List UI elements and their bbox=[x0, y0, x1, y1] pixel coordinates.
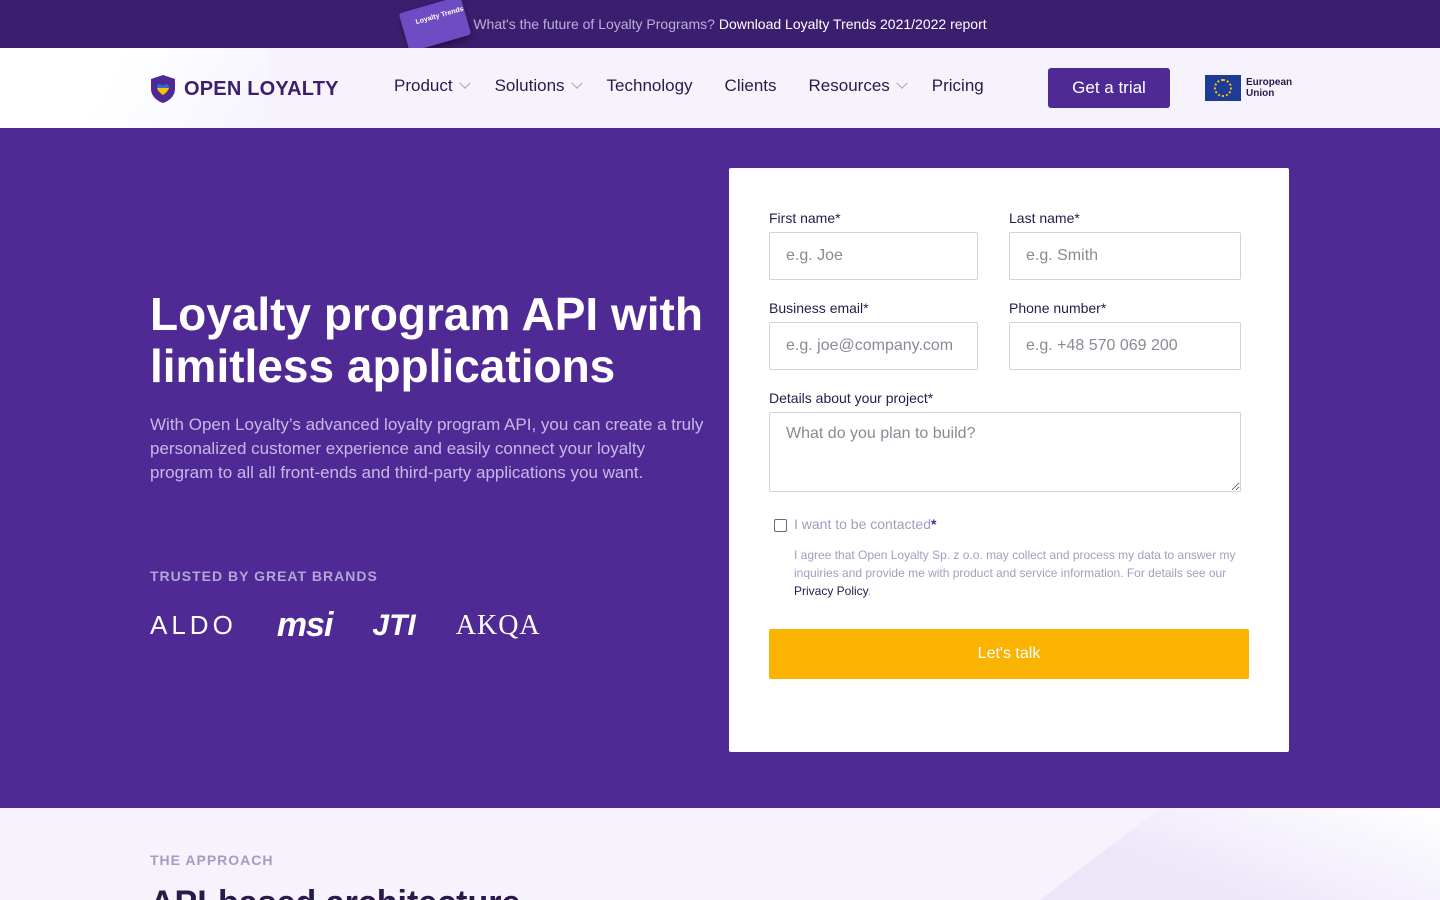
eu-text-line1: European bbox=[1246, 77, 1293, 88]
nav-item-clients[interactable]: Clients bbox=[725, 76, 777, 96]
consent-label[interactable]: I want to be contacted* bbox=[794, 516, 936, 532]
nav-item-label: Clients bbox=[724, 76, 777, 95]
jti-logo: JTI bbox=[372, 608, 416, 642]
aldo-logo: ALDO bbox=[150, 610, 237, 640]
approach-label: THE APPROACH bbox=[150, 852, 274, 868]
eu-text-line2: Union bbox=[1246, 88, 1275, 99]
hero-subtitle: With Open Loyalty’s advanced loyalty pro… bbox=[150, 415, 704, 482]
shield-logo-icon bbox=[151, 75, 175, 103]
decorative-shape bbox=[1040, 808, 1440, 900]
phone-number-field[interactable] bbox=[1009, 322, 1241, 370]
hero-title: Loyalty program API with limitless appli… bbox=[150, 288, 703, 392]
trusted-label: TRUSTED BY GREAT BRANDS bbox=[150, 568, 378, 584]
contact-consent-checkbox[interactable] bbox=[774, 519, 787, 532]
logo[interactable]: OPEN LOYALTY bbox=[150, 74, 339, 104]
logo-text: OPEN LOYALTY bbox=[184, 77, 339, 100]
chevron-down-icon bbox=[458, 77, 471, 89]
project-details-label: Details about your project* bbox=[769, 390, 934, 406]
site-header: OPEN LOYALTY Product Solutions Technolog… bbox=[0, 48, 1440, 128]
main-nav: Product Solutions Technology Clients Res… bbox=[394, 76, 1016, 96]
project-details-field[interactable] bbox=[769, 412, 1241, 492]
last-name-label: Last name* bbox=[1009, 210, 1080, 226]
phone-number-label: Phone number* bbox=[1009, 300, 1107, 316]
contact-form: First name* Last name* Business email* P… bbox=[729, 168, 1289, 752]
report-book-image: Loyalty Trends bbox=[393, 0, 472, 53]
lets-talk-button[interactable]: Let's talk bbox=[769, 629, 1249, 679]
first-name-label: First name* bbox=[769, 210, 841, 226]
promo-banner[interactable]: Loyalty Trends What's the future of Loya… bbox=[0, 0, 1440, 53]
nav-item-technology[interactable]: Technology bbox=[607, 76, 693, 96]
nav-item-solutions[interactable]: Solutions bbox=[494, 76, 583, 96]
nav-item-label: Solutions bbox=[494, 76, 565, 95]
msi-logo: msi bbox=[276, 606, 334, 644]
nav-item-label: Technology bbox=[606, 76, 693, 95]
last-name-field[interactable] bbox=[1009, 232, 1241, 280]
consent-label-text: I want to be contacted bbox=[794, 516, 931, 532]
eu-flag-icon bbox=[1205, 75, 1241, 101]
nav-item-product[interactable]: Product bbox=[394, 76, 471, 96]
consent-fine-text: I agree that Open Loyalty Sp. z o.o. may… bbox=[794, 548, 1236, 580]
nav-item-label: Product bbox=[394, 76, 453, 95]
promo-text: What's the future of Loyalty Programs? bbox=[473, 16, 715, 32]
approach-section: THE APPROACH API-based architecture bbox=[0, 808, 1440, 900]
first-name-field[interactable] bbox=[769, 232, 978, 280]
brand-logos: ALDO msi JTI AKQA bbox=[150, 606, 581, 645]
business-email-label: Business email* bbox=[769, 300, 869, 316]
nav-item-label: Pricing bbox=[931, 76, 984, 95]
eu-text: European Union bbox=[1246, 77, 1292, 99]
consent-fine-print: I agree that Open Loyalty Sp. z o.o. may… bbox=[794, 546, 1249, 600]
consent-period: . bbox=[867, 584, 872, 598]
chevron-down-icon bbox=[570, 77, 583, 89]
eu-badge: European Union bbox=[1205, 75, 1292, 101]
nav-item-label: Resources bbox=[808, 76, 890, 95]
promo-download-link[interactable]: Download Loyalty Trends 2021/2022 report bbox=[719, 16, 987, 32]
approach-title: API-based architecture bbox=[150, 884, 520, 900]
required-star: * bbox=[930, 516, 937, 532]
privacy-policy-link[interactable]: Privacy Policy bbox=[794, 584, 868, 598]
report-book-label: Loyalty Trends bbox=[415, 5, 465, 27]
akqa-logo: AKQA bbox=[455, 609, 541, 641]
business-email-field[interactable] bbox=[769, 322, 978, 370]
nav-item-pricing[interactable]: Pricing bbox=[932, 76, 984, 96]
nav-item-resources[interactable]: Resources bbox=[808, 76, 908, 96]
chevron-down-icon bbox=[896, 77, 908, 89]
get-trial-button[interactable]: Get a trial bbox=[1048, 68, 1170, 108]
